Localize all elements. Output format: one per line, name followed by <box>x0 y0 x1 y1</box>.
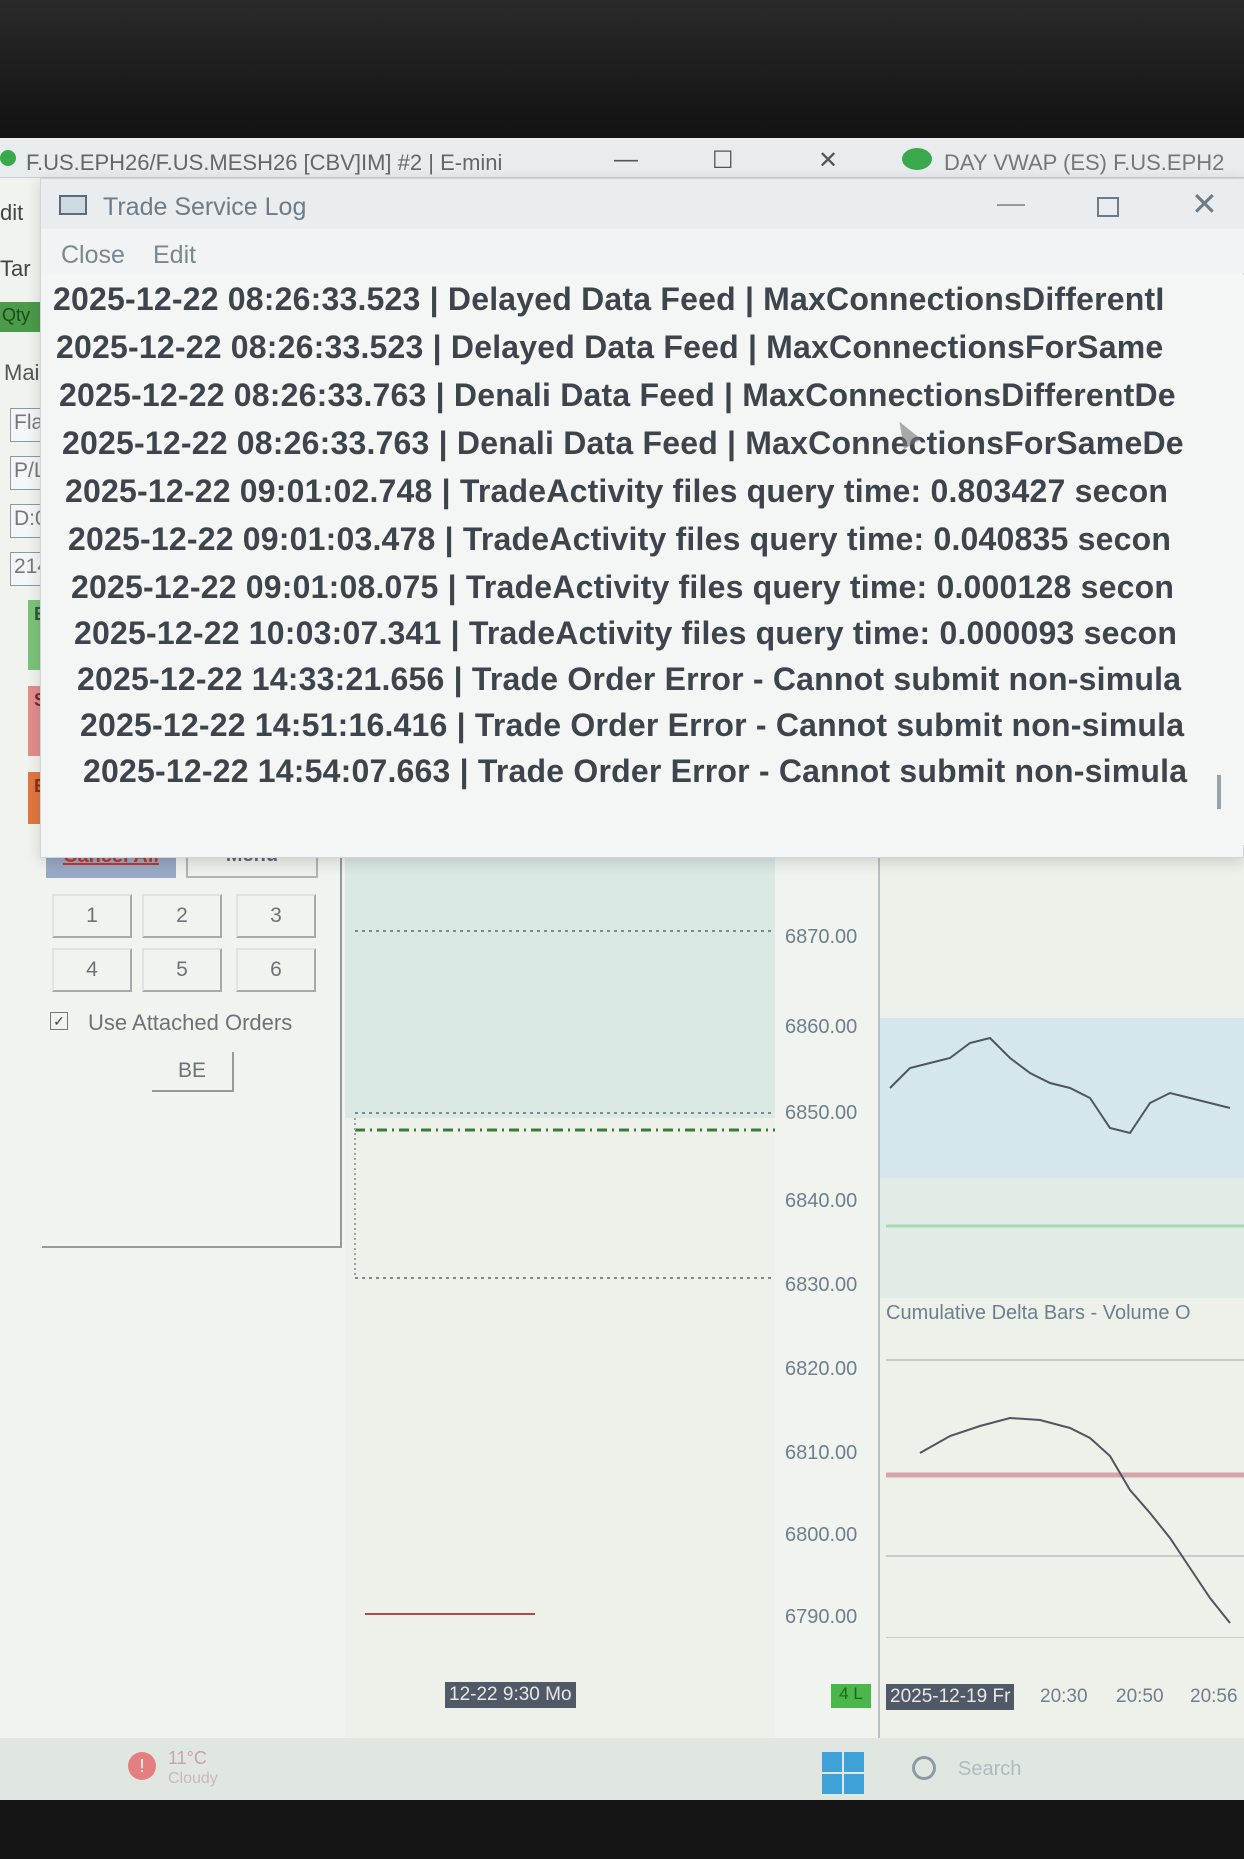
price-tick: 6830.00 <box>785 1274 858 1296</box>
price-tick: 6850.00 <box>785 1102 858 1124</box>
price-tick: 6820.00 <box>785 1358 858 1380</box>
monitor-bezel-top <box>0 0 1244 140</box>
windows-start-icon[interactable] <box>822 1752 864 1794</box>
main-fragment: Mai <box>4 360 40 385</box>
price-chart-area[interactable] <box>345 838 775 1738</box>
price-tick: 6870.00 <box>785 926 858 948</box>
search-icon[interactable] <box>912 1756 936 1780</box>
time-cursor-label: 12-22 9:30 Mo <box>445 1682 576 1708</box>
screen: F.US.EPH26/F.US.MESH26 [CBV]IM] #2 | E-m… <box>0 138 1244 1803</box>
log-entry[interactable]: 2025-12-22 08:26:33.763 | Denali Data Fe… <box>62 425 1184 462</box>
weather-icon[interactable]: ! <box>128 1752 156 1780</box>
close-icon[interactable]: ✕ <box>1191 185 1218 223</box>
cumulative-delta-line <box>919 1416 1231 1624</box>
log-entry[interactable]: 2025-12-22 09:01:03.478 | TradeActivity … <box>68 521 1171 558</box>
connection-status-badge: 4 L <box>831 1684 871 1708</box>
log-list[interactable]: 2025-12-22 08:26:33.523 | Delayed Data F… <box>41 275 1244 845</box>
log-entry[interactable]: 2025-12-22 08:26:33.523 | Delayed Data F… <box>56 329 1163 366</box>
taskbar: ! 11°C Cloudy Search <box>0 1738 1244 1803</box>
menu-edit[interactable]: Edit <box>153 241 196 270</box>
app-icon <box>0 150 16 166</box>
log-entry[interactable]: 2025-12-22 14:33:21.656 | Trade Order Er… <box>77 661 1181 698</box>
close-icon[interactable]: ✕ <box>818 146 838 175</box>
order-panel: Cancel All Menu 1 2 3 4 5 6 ✓ Use Attach… <box>42 828 342 1248</box>
log-scrollbar[interactable] <box>1217 775 1221 809</box>
breakeven-button[interactable]: BE <box>152 1052 234 1092</box>
chart-window-left-title: F.US.EPH26/F.US.MESH26 [CBV]IM] #2 | E-m… <box>26 150 503 175</box>
keypad-2[interactable]: 2 <box>142 894 222 938</box>
maximize-icon[interactable]: ☐ <box>712 146 734 175</box>
keypad-5[interactable]: 5 <box>142 948 222 992</box>
log-entry[interactable]: 2025-12-22 14:54:07.663 | Trade Order Er… <box>83 753 1187 790</box>
use-attached-orders-checkbox[interactable]: ✓ <box>50 1012 68 1030</box>
level-band <box>880 1178 1244 1298</box>
dialog-title: Trade Service Log <box>103 193 307 221</box>
log-entry[interactable]: 2025-12-22 09:01:08.075 | TradeActivity … <box>71 569 1174 606</box>
chart-window-left-titlebar[interactable]: F.US.EPH26/F.US.MESH26 [CBV]IM] #2 | E-m… <box>0 138 880 178</box>
menu-edit-fragment[interactable]: dit <box>0 200 23 226</box>
keypad-6[interactable]: 6 <box>236 948 316 992</box>
qty-fragment[interactable]: Qty <box>0 302 40 332</box>
dialog-menubar: Close Edit <box>41 229 1244 273</box>
cumulative-delta-label: Cumulative Delta Bars - Volume O <box>886 1302 1191 1324</box>
minimize-icon[interactable]: — <box>614 146 638 174</box>
taskbar-search-input[interactable]: Search <box>958 1758 1021 1781</box>
log-entry[interactable]: 2025-12-22 10:03:07.341 | TradeActivity … <box>74 615 1177 652</box>
weather-temperature: 11°C <box>168 1748 207 1768</box>
target-fragment: Tar <box>0 256 31 281</box>
menu-close[interactable]: Close <box>61 241 125 270</box>
dialog-titlebar[interactable]: Trade Service Log — ✕ <box>41 179 1244 229</box>
minimize-icon[interactable]: — <box>997 187 1025 219</box>
price-tick: 6860.00 <box>785 1016 858 1038</box>
price-tick: 6840.00 <box>785 1190 858 1212</box>
log-window-icon <box>59 195 87 215</box>
time-tick: 20:56 <box>1190 1686 1238 1707</box>
keypad-4[interactable]: 4 <box>52 948 132 992</box>
log-entry[interactable]: 2025-12-22 08:26:33.763 | Denali Data Fe… <box>59 377 1176 414</box>
log-entry[interactable]: 2025-12-22 08:26:33.523 | Delayed Data F… <box>53 281 1164 318</box>
keypad-1[interactable]: 1 <box>52 894 132 938</box>
time-tick: 20:50 <box>1116 1686 1164 1707</box>
trade-service-log-dialog: Trade Service Log — ✕ Close Edit 2025-12… <box>40 178 1244 858</box>
keypad-3[interactable]: 3 <box>236 894 316 938</box>
log-entry[interactable]: 2025-12-22 09:01:02.748 | TradeActivity … <box>65 473 1168 510</box>
price-chart-overlay <box>345 846 775 1615</box>
right-date-label: 2025-12-19 Fr <box>886 1684 1015 1710</box>
price-tick: 6800.00 <box>785 1524 858 1546</box>
log-entry[interactable]: 2025-12-22 14:51:16.416 | Trade Order Er… <box>80 707 1184 744</box>
time-tick: 20:30 <box>1040 1686 1088 1707</box>
price-tick: 6810.00 <box>785 1442 858 1464</box>
weather-condition: Cloudy <box>168 1770 218 1787</box>
price-tick: 6790.00 <box>785 1606 858 1628</box>
maximize-icon[interactable] <box>1097 197 1119 217</box>
use-attached-orders-label: Use Attached Orders <box>88 1010 293 1035</box>
monitor-bezel-bottom <box>0 1800 1244 1859</box>
price-axis: 6870.00 6860.00 6850.00 6840.00 6830.00 … <box>775 838 880 1738</box>
